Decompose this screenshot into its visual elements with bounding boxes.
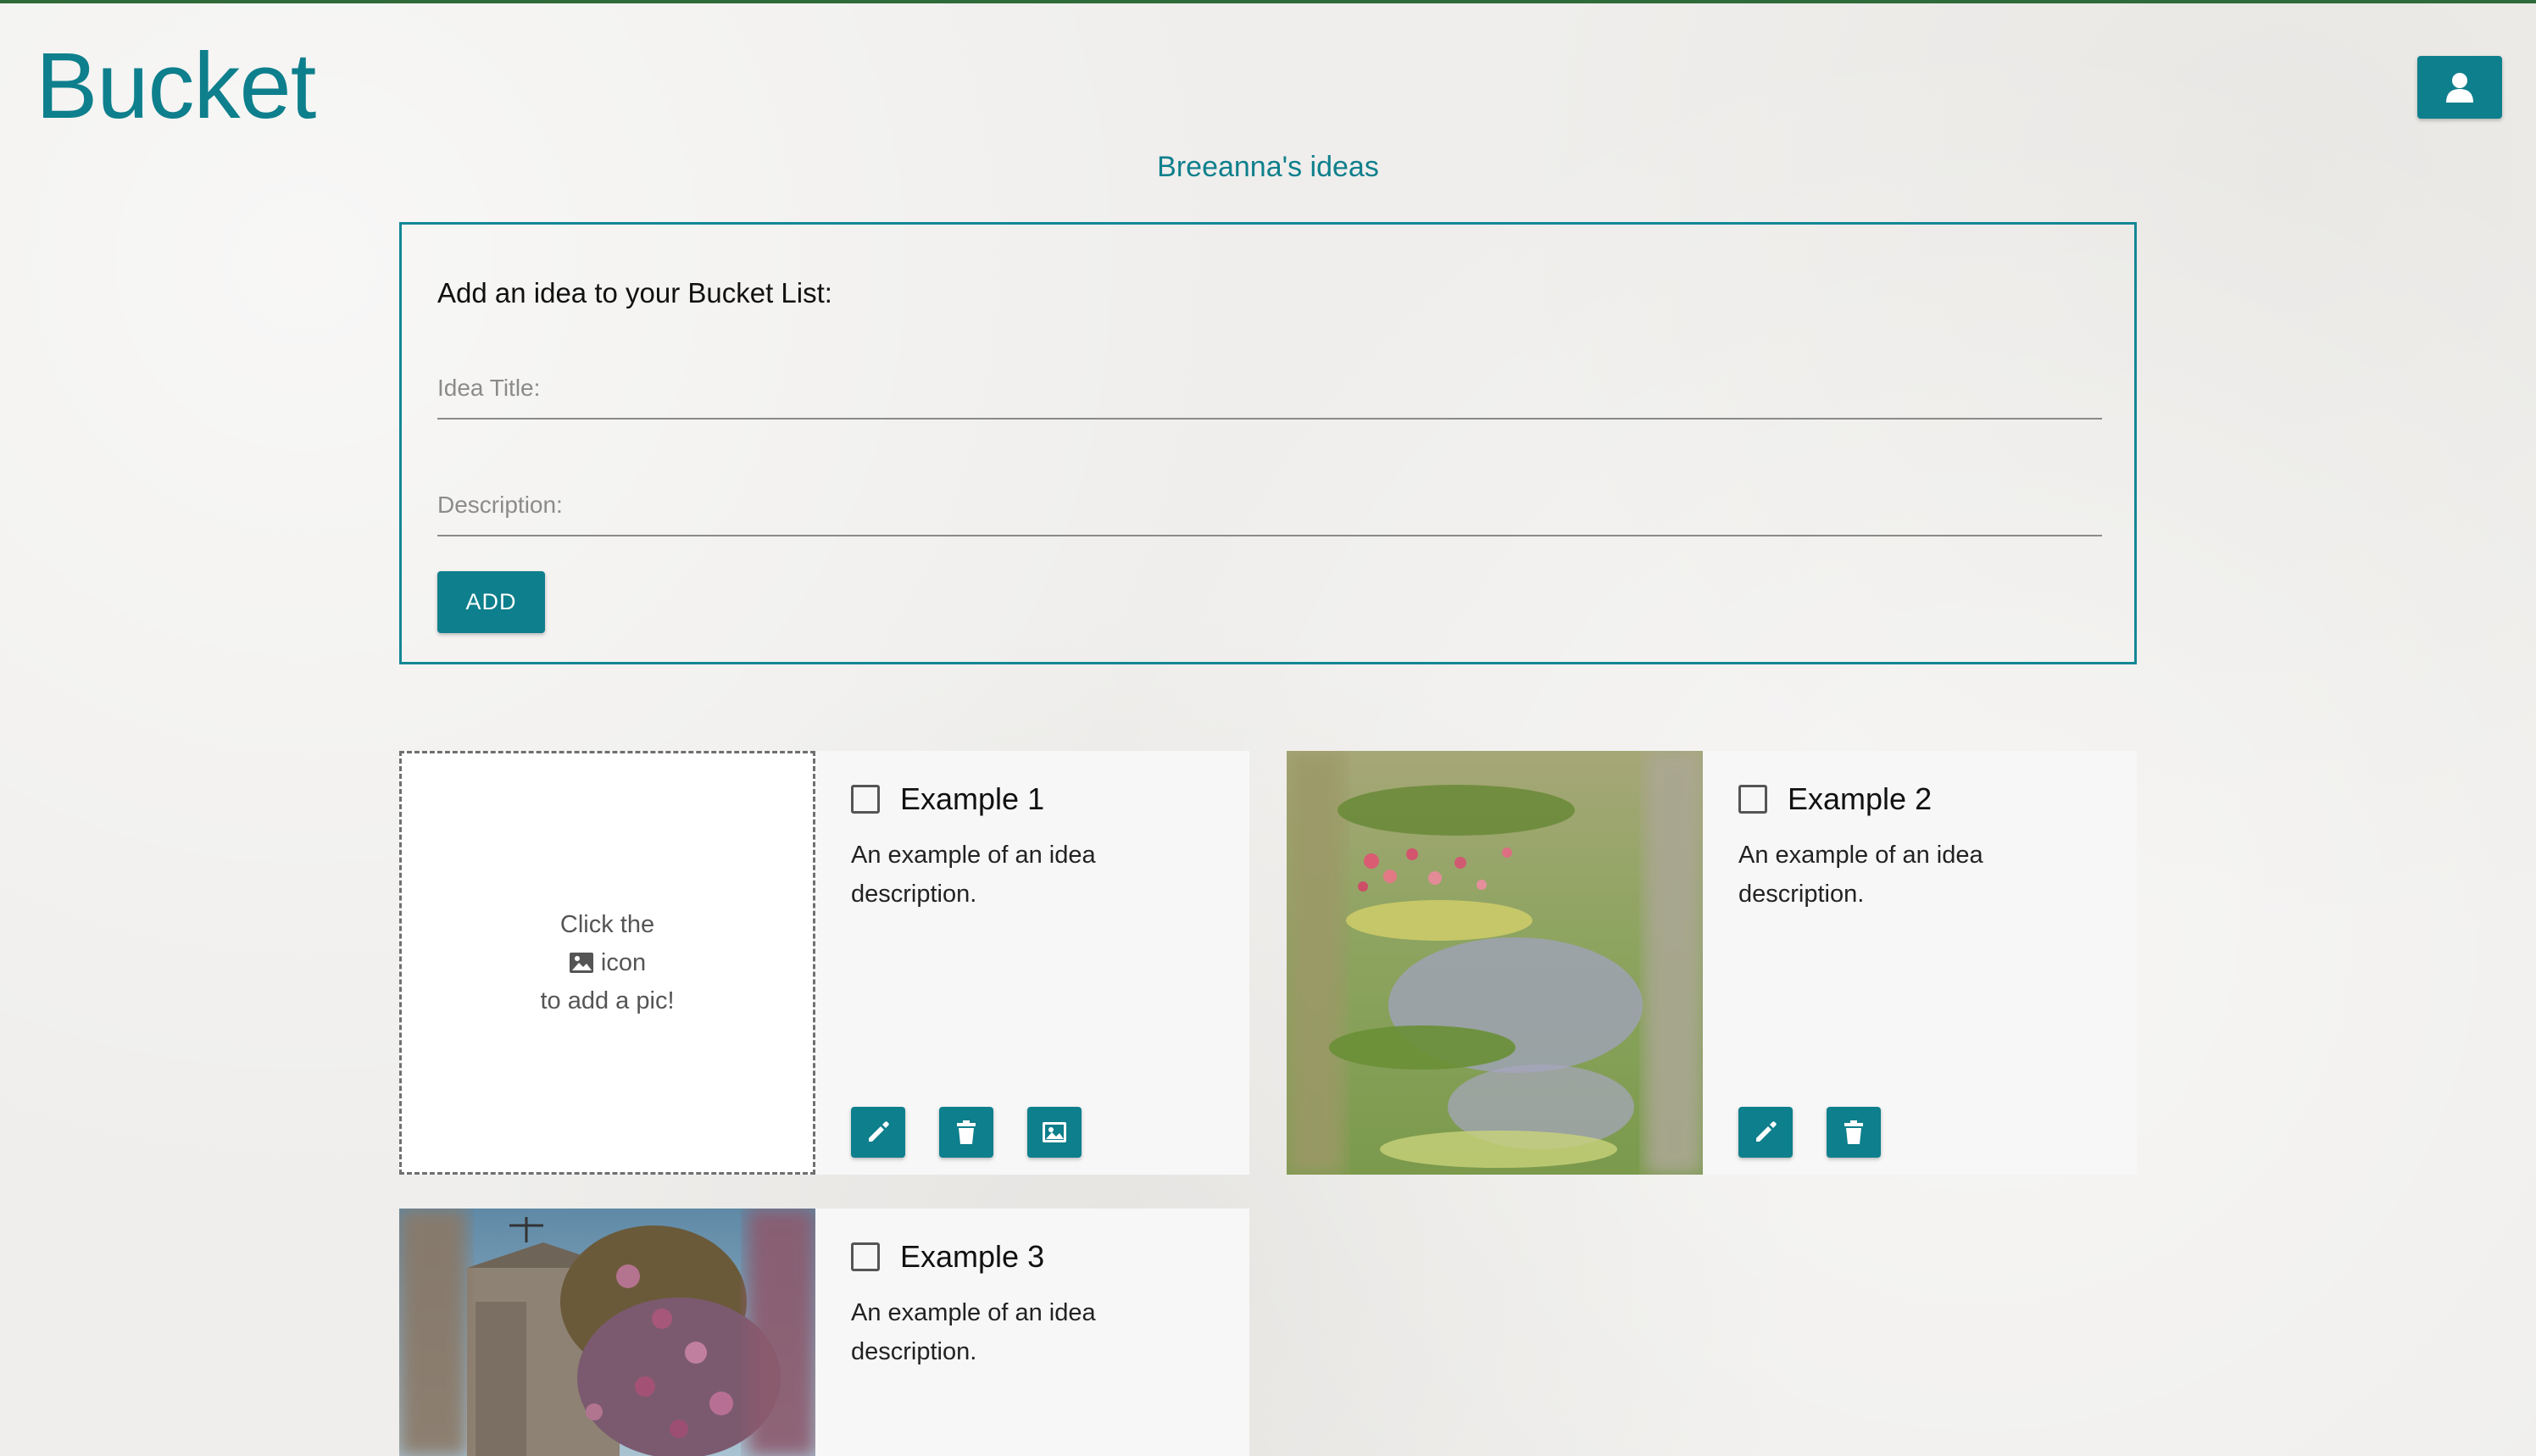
- placeholder-line-3: to add a pic!: [540, 986, 675, 1014]
- idea-description: An example of an idea description.: [851, 842, 1096, 908]
- idea-title: Example 3: [900, 1239, 1045, 1274]
- add-idea-form: Add an idea to your Bucket List: ADD: [399, 222, 2137, 664]
- idea-card-body: Example 3 An example of an idea descript…: [815, 1209, 1249, 1456]
- idea-card-body: Example 2 An example of an idea descript…: [1703, 751, 2137, 1175]
- placeholder-line-1: Click the: [559, 910, 655, 938]
- edit-button[interactable]: [851, 1107, 905, 1158]
- delete-button[interactable]: [1827, 1107, 1881, 1158]
- image-icon: [569, 952, 593, 973]
- idea-description-input[interactable]: [437, 475, 2102, 535]
- idea-card: Example 3 An example of an idea descript…: [399, 1209, 1249, 1456]
- delete-button[interactable]: [939, 1107, 993, 1158]
- image-icon: [1043, 1122, 1066, 1142]
- idea-title: Example 2: [1788, 781, 1933, 816]
- idea-card: Example 2 An example of an idea descript…: [1287, 751, 2137, 1175]
- idea-complete-checkbox[interactable]: [851, 1242, 880, 1271]
- idea-title: Example 1: [900, 781, 1045, 816]
- water-lilies-painting: [1287, 751, 1703, 1175]
- edit-icon: [1756, 1121, 1777, 1142]
- idea-card-body: Example 1 An example of an idea descript…: [815, 751, 1249, 1175]
- placeholder-line-2: icon: [541, 944, 675, 982]
- idea-image-flowering-house: [399, 1209, 815, 1456]
- image-placeholder-text: Click the icon to add a pic!: [541, 906, 675, 1020]
- image-placeholder[interactable]: Click the icon to add a pic!: [399, 751, 815, 1175]
- idea-title-input[interactable]: [437, 358, 2102, 418]
- idea-description: An example of an idea description.: [851, 1299, 1096, 1365]
- person-icon: [2446, 73, 2473, 103]
- add-image-button[interactable]: [1027, 1107, 1082, 1158]
- idea-complete-checkbox[interactable]: [851, 785, 880, 814]
- page-subtitle: Breeanna's ideas: [1157, 151, 1379, 183]
- account-button[interactable]: [2417, 56, 2502, 119]
- idea-card: Click the icon to add a pic! Example 1 A…: [399, 751, 1249, 1175]
- add-idea-button[interactable]: ADD: [437, 571, 545, 633]
- trash-icon: [957, 1120, 976, 1144]
- idea-image-water-lilies: [1287, 751, 1703, 1175]
- idea-description-field-wrapper: [437, 475, 2102, 536]
- flowering-house-photo: [399, 1209, 815, 1456]
- app-brand[interactable]: Bucket: [36, 32, 316, 141]
- edit-button[interactable]: [1738, 1107, 1793, 1158]
- edit-icon: [869, 1121, 889, 1142]
- idea-description: An example of an idea description.: [1738, 842, 1983, 908]
- form-heading: Add an idea to your Bucket List:: [437, 277, 832, 308]
- top-accent-rule: [0, 0, 2536, 3]
- idea-complete-checkbox[interactable]: [1738, 785, 1767, 814]
- placeholder-icon-word: icon: [600, 948, 647, 976]
- trash-icon: [1844, 1120, 1863, 1144]
- idea-title-field-wrapper: [437, 358, 2102, 420]
